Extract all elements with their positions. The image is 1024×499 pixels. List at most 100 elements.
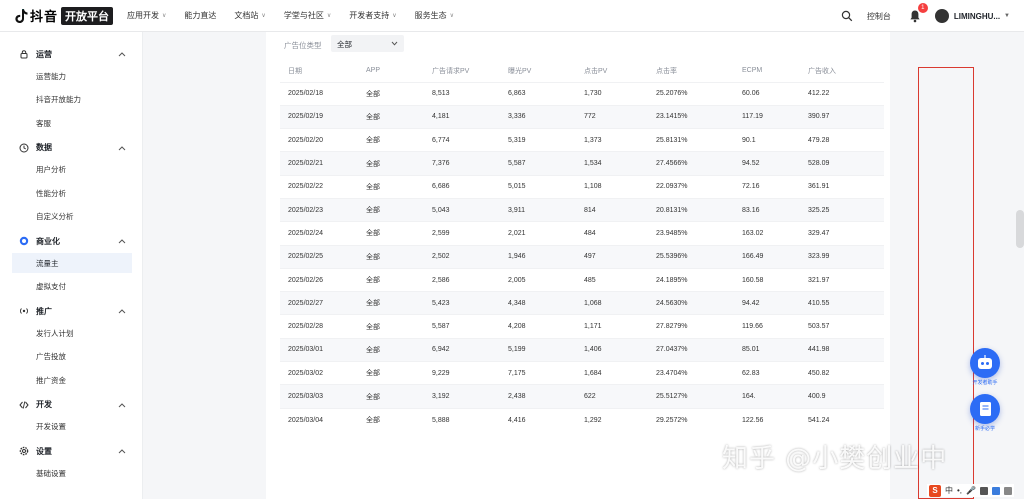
sidebar-item[interactable]: 流量主	[12, 253, 132, 273]
column-header[interactable]: 点击PV	[576, 60, 648, 82]
chevron-up-icon[interactable]	[118, 448, 126, 454]
table-cell: 2,438	[500, 384, 576, 409]
punctuation-icon[interactable]: •,	[957, 486, 962, 495]
table-cell: 2025/03/02	[280, 361, 358, 385]
chevron-up-icon[interactable]	[118, 308, 126, 314]
sidebar-item[interactable]: 基础设置	[12, 463, 132, 483]
nav-item-2[interactable]: 文档站 ∨	[234, 10, 265, 21]
platform-logo[interactable]: 抖音 开放平台	[14, 6, 114, 25]
beginner-guide-button[interactable]: 新手必学	[968, 394, 1002, 434]
sidebar-item[interactable]: 用户分析	[12, 160, 132, 180]
table-cell: 2025/02/23	[280, 197, 358, 222]
column-header[interactable]: 广告请求PV	[424, 60, 500, 82]
ad-slot-type-select[interactable]: 全部	[331, 35, 404, 52]
table-cell: 25.5396%	[648, 244, 734, 269]
nav-item-3[interactable]: 学堂与社区 ∨	[284, 10, 331, 21]
sidebar-item[interactable]: 性能分析	[12, 183, 132, 203]
table-cell: 全部	[358, 291, 424, 315]
sidebar-group-3[interactable]: 推广	[0, 300, 142, 322]
table-cell: 27.8279%	[648, 314, 734, 339]
scrollbar[interactable]	[1016, 210, 1024, 248]
table-cell: 94.52	[734, 151, 800, 176]
sidebar-item[interactable]: 虚拟支付	[12, 277, 132, 297]
developer-assistant-button[interactable]: 开发者助手	[968, 348, 1002, 388]
sidebar-item[interactable]: 推广资金	[12, 370, 132, 390]
sidebar-item[interactable]: 发行人计划	[12, 323, 132, 343]
sidebar-group-2[interactable]: 商业化	[0, 230, 142, 252]
skin-icon[interactable]	[992, 486, 1000, 495]
lock-icon	[20, 50, 28, 59]
ime-mode[interactable]: 中	[945, 485, 953, 496]
table-cell: 24.1895%	[648, 267, 734, 292]
keyboard-icon[interactable]	[980, 486, 988, 495]
sidebar-group-label: 商业化	[36, 236, 60, 246]
sidebar-item[interactable]: 开发设置	[12, 417, 132, 437]
table-cell: 全部	[358, 337, 424, 362]
microphone-icon[interactable]: 🎤	[966, 486, 976, 495]
column-header[interactable]: 广告收入	[800, 60, 884, 82]
sidebar-item-label: 自定义分析	[36, 212, 74, 221]
coin-icon	[19, 236, 29, 246]
table-row: 2025/02/27 全部 5,423 4,348 1,068 24.5630% 94.42…	[280, 291, 884, 315]
sidebar-item[interactable]: 抖音开放能力	[12, 90, 132, 110]
column-header[interactable]: ECPM	[734, 60, 800, 82]
chevron-up-icon[interactable]	[118, 145, 126, 151]
table-cell: 全部	[358, 267, 424, 292]
sidebar-group-0[interactable]: 运营	[0, 43, 142, 65]
nav-item-1[interactable]: 能力直达	[184, 10, 216, 21]
douyin-logo-icon	[15, 8, 28, 23]
nav-item-4[interactable]: 开发者支持 ∨	[349, 10, 396, 21]
nav-item-label: 学堂与社区	[283, 11, 324, 20]
table-cell: 1,292	[576, 407, 648, 432]
table-cell: 400.9	[800, 384, 884, 409]
nav-item-0[interactable]: 应用开发 ∨	[127, 10, 166, 21]
table-cell: 325.25	[800, 197, 884, 222]
console-link[interactable]: 控制台	[867, 11, 891, 22]
notification-badge: 1	[917, 3, 928, 13]
sidebar-item[interactable]: 广告投放	[12, 347, 132, 367]
table-cell: 24.5630%	[648, 291, 734, 315]
gear-icon	[19, 446, 29, 456]
chevron-up-icon[interactable]	[118, 51, 126, 57]
sidebar-item-label: 运营能力	[36, 71, 66, 81]
table-cell: 全部	[358, 104, 424, 129]
sidebar-item-label: 发行人计划	[36, 328, 74, 338]
grid-icon[interactable]	[1004, 486, 1012, 495]
book-icon	[970, 394, 1000, 424]
sidebar-item[interactable]: 运营能力	[12, 66, 132, 86]
table-cell: 4,348	[500, 291, 576, 315]
sidebar-item[interactable]: 客服	[12, 113, 132, 133]
notification-button[interactable]: 1	[909, 3, 928, 23]
column-header[interactable]: 日期	[280, 60, 358, 82]
chevron-down-icon	[391, 41, 398, 46]
sidebar-item-clipped[interactable]	[12, 32, 132, 43]
sidebar-group-1[interactable]: 数据	[0, 137, 142, 159]
sidebar-group-5[interactable]: 设置	[0, 440, 142, 462]
table-cell: 8,513	[424, 81, 500, 106]
sidebar-item[interactable]: 自定义分析	[12, 207, 132, 227]
table-cell: 全部	[358, 361, 424, 385]
table-cell: 全部	[358, 407, 424, 432]
table-cell: 2025/02/19	[280, 104, 358, 129]
filter-select-value: 全部	[337, 40, 352, 49]
watermark: 知乎 @小樊创业中	[722, 444, 948, 474]
table-cell: 2,502	[424, 244, 500, 269]
column-header[interactable]: APP	[358, 60, 424, 82]
chevron-down-icon[interactable]: ▼	[1004, 13, 1010, 19]
table-cell: 全部	[358, 81, 424, 106]
sidebar-group-4[interactable]: 开发	[0, 394, 142, 416]
chevron-up-icon[interactable]	[118, 402, 126, 408]
username[interactable]: LIMINGHU...	[954, 12, 1000, 21]
table-cell: 160.58	[734, 267, 800, 292]
search-icon[interactable]	[841, 10, 853, 22]
table-cell: 485	[576, 267, 648, 292]
chevron-up-icon[interactable]	[118, 238, 126, 244]
nav-item-5[interactable]: 服务生态 ∨	[415, 10, 454, 21]
column-header[interactable]: 点击率	[648, 60, 734, 82]
table-cell: 全部	[358, 151, 424, 176]
avatar[interactable]	[934, 9, 949, 23]
column-header[interactable]: 曝光PV	[500, 60, 576, 82]
ime-toolbar[interactable]: S 中 •, 🎤	[927, 484, 1014, 497]
table-row: 2025/02/21 全部 7,376 5,587 1,534 27.4566% 94.52…	[280, 151, 884, 176]
ime-logo: S	[929, 484, 941, 497]
